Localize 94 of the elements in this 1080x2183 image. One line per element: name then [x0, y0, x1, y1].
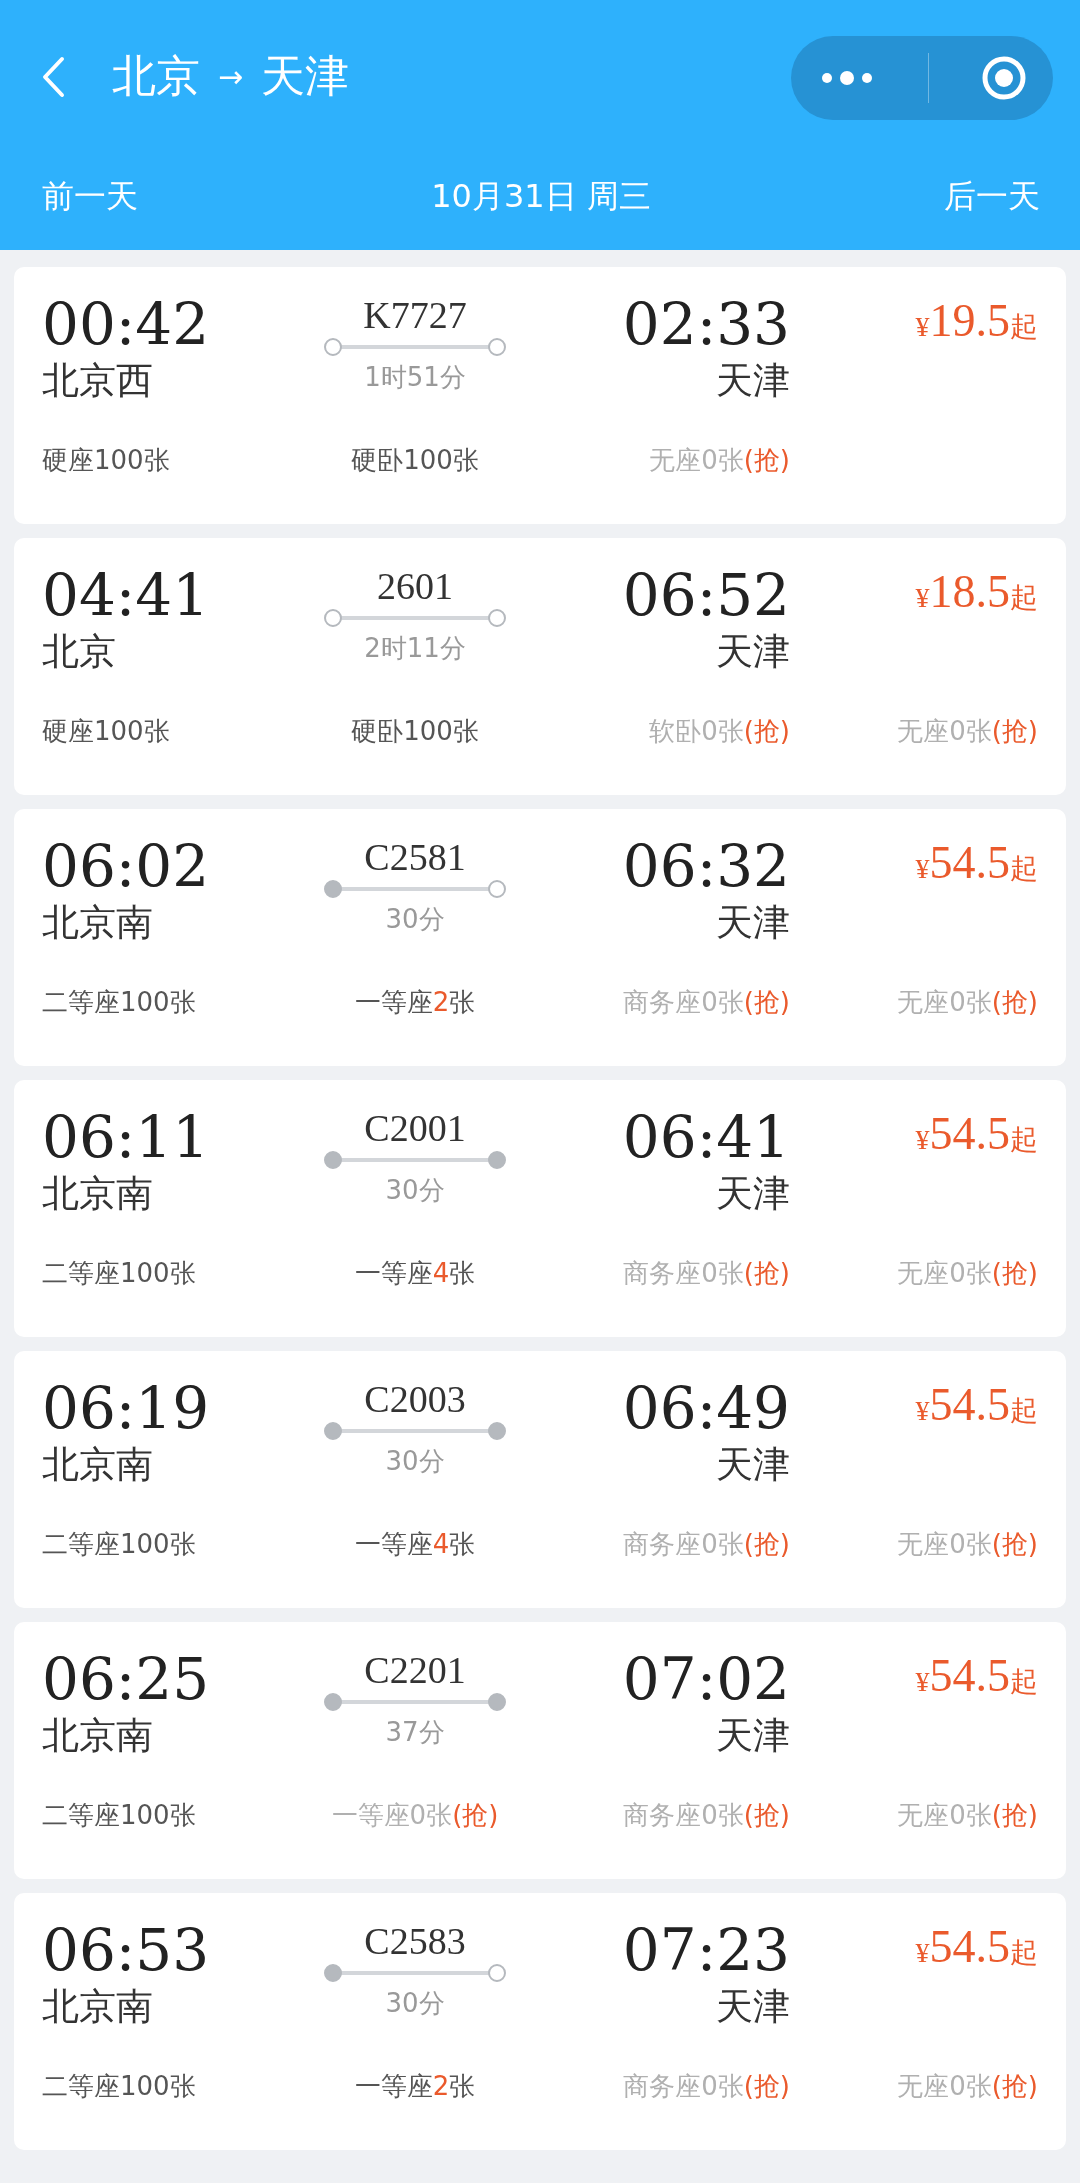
departure-time: 04:41 [42, 562, 210, 628]
seat-info: 无座0张(抢) [897, 1528, 1038, 1561]
travel-duration: 37分 [385, 1716, 445, 1749]
arrival-time: 06:32 [622, 833, 790, 899]
train-card[interactable]: 06:53 北京南 C2583 30分 07:23 天津 ¥54.5起 二等座100张 一等座2张 商务座0张(抢) 无座0张(抢) [14, 1893, 1066, 2150]
departure-time: 06:25 [42, 1646, 210, 1712]
seat-info: 商务座0张(抢) [623, 1257, 790, 1290]
ticket-price: ¥54.5起 [915, 1649, 1038, 1703]
seat-info: 一等座2张 [354, 2070, 476, 2103]
departure-station: 北京 [42, 629, 116, 675]
train-number: C2001 [364, 1106, 466, 1150]
back-icon[interactable] [40, 54, 66, 99]
departure-time: 06:02 [42, 833, 210, 899]
seat-info: 二等座100张 [42, 1799, 196, 1832]
route-line-icon [323, 337, 507, 357]
travel-duration: 30分 [385, 1987, 445, 2020]
train-card[interactable]: 04:41 北京 2601 2时11分 06:52 天津 ¥18.5起 硬座100张 硬卧100张 软卧0张(抢) 无座0张(抢) [14, 538, 1066, 795]
arrival-station: 天津 [716, 629, 790, 675]
train-number: C2201 [364, 1648, 466, 1692]
destination-city: 天津 [261, 49, 350, 104]
arrival-station: 天津 [716, 1713, 790, 1759]
route-line-icon [323, 608, 507, 628]
ticket-price: ¥18.5起 [915, 565, 1038, 619]
travel-duration: 1时51分 [364, 361, 466, 394]
seat-info: 无座0张(抢) [897, 1799, 1038, 1832]
seat-info: 一等座0张(抢) [331, 1799, 499, 1832]
train-number: C2003 [364, 1377, 466, 1421]
route-line-icon [323, 1963, 507, 1983]
ticket-price: ¥54.5起 [915, 1378, 1038, 1432]
origin-city: 北京 [112, 49, 200, 104]
arrival-time: 07:23 [622, 1917, 790, 1983]
travel-duration: 2时11分 [364, 632, 466, 665]
departure-station: 北京南 [42, 1984, 153, 2030]
arrival-time: 02:33 [622, 291, 790, 357]
seat-info: 无座0张(抢) [897, 1257, 1038, 1290]
arrival-station: 天津 [716, 900, 790, 946]
departure-time: 00:42 [42, 291, 210, 357]
train-card[interactable]: 00:42 北京西 K7727 1时51分 02:33 天津 ¥19.5起 硬座100张 硬卧100张 无座0张(抢) [14, 267, 1066, 524]
ticket-price: ¥54.5起 [915, 1920, 1038, 1974]
seat-info: 硬座100张 [42, 444, 170, 477]
arrival-time: 06:49 [622, 1375, 790, 1441]
departure-station: 北京西 [42, 358, 153, 404]
seat-info: 硬卧100张 [351, 444, 479, 477]
seat-info: 无座0张(抢) [897, 986, 1038, 1019]
seat-info: 商务座0张(抢) [623, 986, 790, 1019]
ticket-price: ¥54.5起 [915, 1107, 1038, 1161]
arrival-time: 06:41 [622, 1104, 790, 1170]
route-line-icon [323, 1150, 507, 1170]
train-number: 2601 [377, 564, 453, 608]
departure-time: 06:11 [42, 1104, 210, 1170]
arrival-station: 天津 [716, 358, 790, 404]
seat-info: 无座0张(抢) [649, 444, 790, 477]
seat-info: 二等座100张 [42, 1257, 196, 1290]
route-line-icon [323, 1692, 507, 1712]
route-arrow: → [218, 59, 244, 95]
departure-time: 06:19 [42, 1375, 210, 1441]
ticket-price: ¥54.5起 [915, 836, 1038, 890]
seat-info: 二等座100张 [42, 1528, 196, 1561]
train-number: C2581 [364, 835, 466, 879]
travel-duration: 30分 [385, 1174, 445, 1207]
seat-info: 商务座0张(抢) [623, 2070, 790, 2103]
arrival-time: 06:52 [622, 562, 790, 628]
ticket-price: ¥19.5起 [915, 294, 1038, 348]
seat-info: 一等座2张 [354, 986, 476, 1019]
travel-duration: 30分 [385, 903, 445, 936]
departure-time: 06:53 [42, 1917, 210, 1983]
arrival-station: 天津 [716, 1171, 790, 1217]
seat-info: 无座0张(抢) [897, 715, 1038, 748]
departure-station: 北京南 [42, 1713, 153, 1759]
arrival-station: 天津 [716, 1442, 790, 1488]
travel-duration: 30分 [385, 1445, 445, 1478]
train-card[interactable]: 06:11 北京南 C2001 30分 06:41 天津 ¥54.5起 二等座100张 一等座4张 商务座0张(抢) 无座0张(抢) [14, 1080, 1066, 1337]
train-card[interactable]: 06:19 北京南 C2003 30分 06:49 天津 ¥54.5起 二等座100张 一等座4张 商务座0张(抢) 无座0张(抢) [14, 1351, 1066, 1608]
seat-info: 硬卧100张 [351, 715, 479, 748]
departure-station: 北京南 [42, 1442, 153, 1488]
seat-info: 软卧0张(抢) [649, 715, 790, 748]
train-number: C2583 [364, 1919, 466, 1963]
seat-info: 无座0张(抢) [897, 2070, 1038, 2103]
seat-info: 商务座0张(抢) [623, 1799, 790, 1832]
route-line-icon [323, 879, 507, 899]
arrival-time: 07:02 [622, 1646, 790, 1712]
route-line-icon [323, 1421, 507, 1441]
train-number: K7727 [363, 293, 467, 337]
seat-info: 商务座0张(抢) [623, 1528, 790, 1561]
train-card[interactable]: 06:02 北京南 C2581 30分 06:32 天津 ¥54.5起 二等座100张 一等座2张 商务座0张(抢) 无座0张(抢) [14, 809, 1066, 1066]
departure-station: 北京南 [42, 1171, 153, 1217]
train-card[interactable]: 06:25 北京南 C2201 37分 07:02 天津 ¥54.5起 二等座100张 一等座0张(抢) 商务座0张(抢) 无座0张(抢) [14, 1622, 1066, 1879]
seat-info: 硬座100张 [42, 715, 170, 748]
seat-info: 二等座100张 [42, 2070, 196, 2103]
departure-station: 北京南 [42, 900, 153, 946]
seat-info: 二等座100张 [42, 986, 196, 1019]
seat-info: 一等座4张 [354, 1528, 476, 1561]
seat-info: 一等座4张 [354, 1257, 476, 1290]
arrival-station: 天津 [716, 1984, 790, 2030]
